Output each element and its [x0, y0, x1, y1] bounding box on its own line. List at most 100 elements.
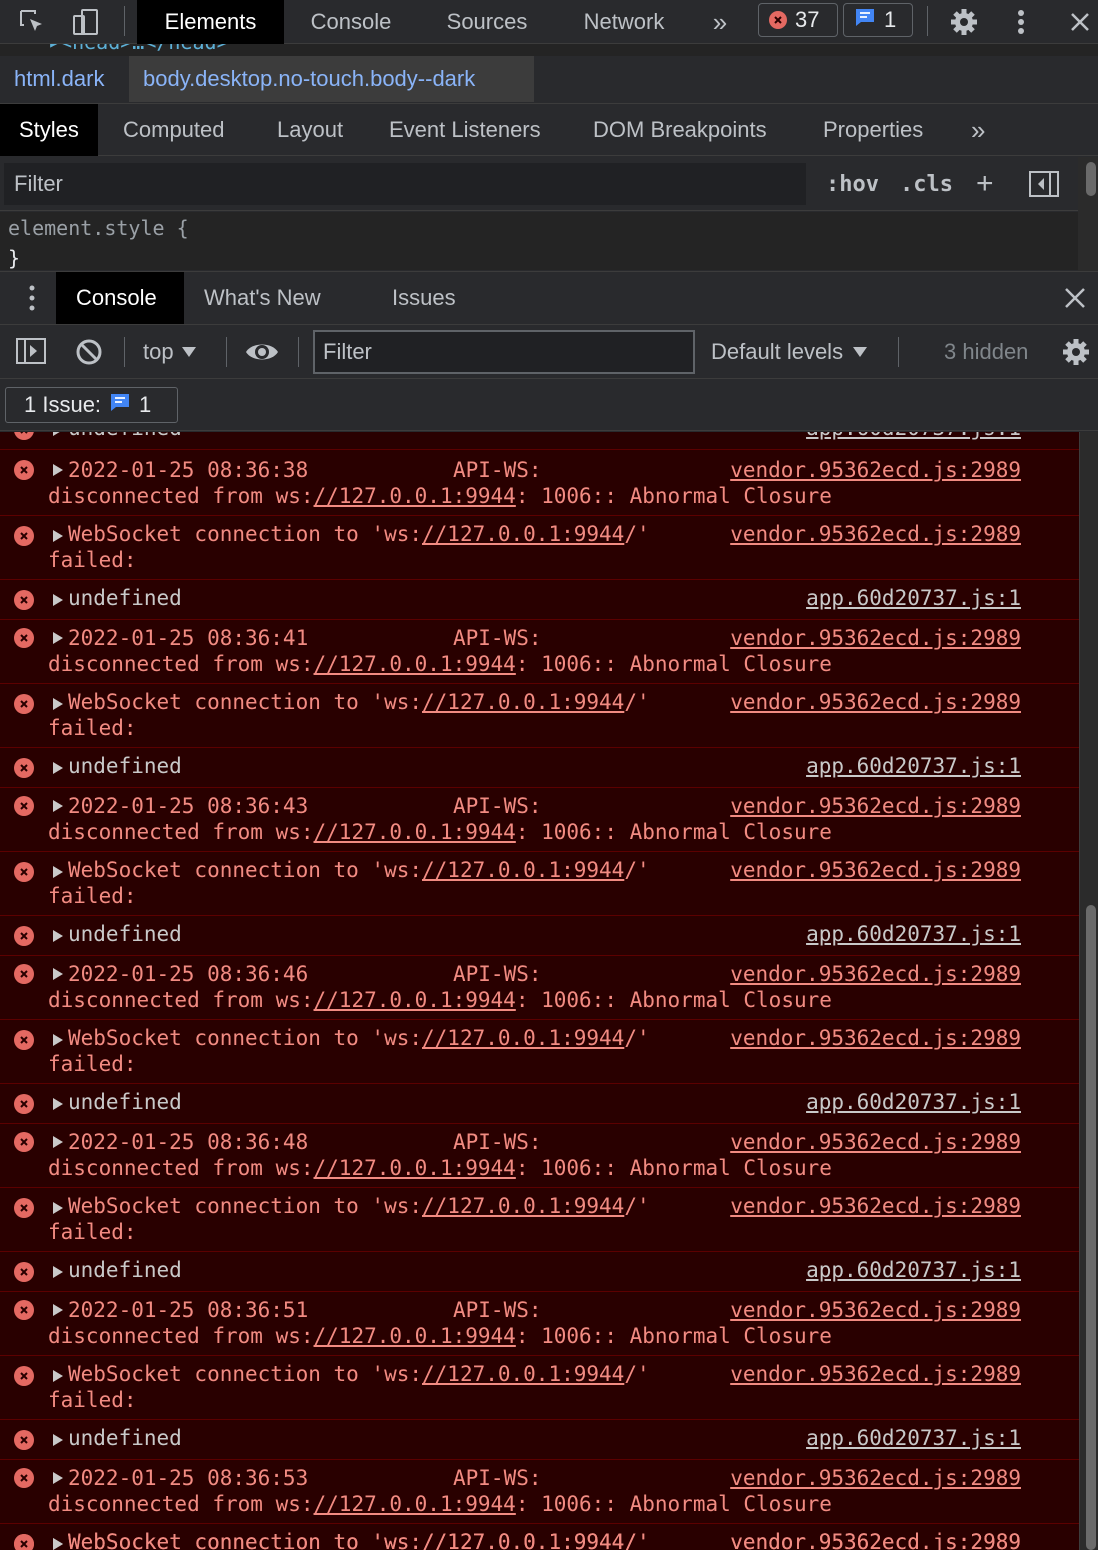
expand-triangle-icon[interactable] — [53, 1136, 63, 1148]
expand-triangle-icon[interactable] — [53, 1538, 63, 1550]
breadcrumb-body[interactable]: body.desktop.no-touch.body--dark — [129, 56, 534, 102]
console-message-undefined[interactable]: undefined app.60d20737.js:1 — [0, 432, 1079, 450]
log-levels-dropdown[interactable]: Default levels — [711, 325, 868, 379]
source-link[interactable]: vendor.95362ecd.js:2989 — [730, 1298, 1021, 1322]
tab-dom-breakpoints[interactable]: DOM Breakpoints — [574, 104, 786, 156]
ws-url-link[interactable]: //127.0.0.1:9944 — [422, 1530, 624, 1550]
expand-triangle-icon[interactable] — [53, 800, 63, 812]
tab-event-listeners[interactable]: Event Listeners — [370, 104, 560, 156]
ws-url-link[interactable]: //127.0.0.1:9944 — [314, 652, 516, 676]
cls-toggle[interactable]: .cls — [900, 157, 953, 211]
console-message-undefined[interactable]: undefined app.60d20737.js:1 — [0, 748, 1079, 788]
inspect-element-icon[interactable] — [14, 4, 50, 40]
console-message-undefined[interactable]: undefined app.60d20737.js:1 — [0, 1252, 1079, 1292]
tab-layout[interactable]: Layout — [258, 104, 362, 156]
source-link[interactable]: vendor.95362ecd.js:2989 — [730, 1530, 1021, 1550]
ws-url-link[interactable]: //127.0.0.1:9944 — [422, 522, 624, 546]
ws-url-link[interactable]: //127.0.0.1:9944 — [314, 1492, 516, 1516]
context-selector[interactable]: top — [143, 325, 196, 379]
drawer-tab-console[interactable]: Console — [56, 272, 184, 324]
more-style-tabs-button[interactable]: » — [952, 104, 1004, 156]
console-message-api-ws[interactable]: 2022-01-25 08:36:41 API-WS: disconnected f… — [0, 618, 1079, 684]
close-drawer-icon[interactable] — [1064, 287, 1086, 314]
console-message-api-ws[interactable]: 2022-01-25 08:36:38 API-WS: disconnected f… — [0, 450, 1079, 516]
console-message-websocket-failed[interactable]: WebSocket connection to 'ws://127.0.0.1:… — [0, 1524, 1079, 1550]
source-link[interactable]: vendor.95362ecd.js:2989 — [730, 1026, 1021, 1050]
expand-triangle-icon[interactable] — [53, 632, 63, 644]
console-message-api-ws[interactable]: 2022-01-25 08:36:51 API-WS: disconnected f… — [0, 1290, 1079, 1356]
console-scrollbar-thumb[interactable] — [1086, 905, 1096, 1550]
ws-url-link[interactable]: //127.0.0.1:9944 — [422, 1362, 624, 1386]
source-link[interactable]: app.60d20737.js:1 — [806, 1258, 1021, 1282]
console-message-undefined[interactable]: undefined app.60d20737.js:1 — [0, 580, 1079, 620]
ws-url-link[interactable]: //127.0.0.1:9944 — [422, 690, 624, 714]
styles-filter-input[interactable] — [4, 163, 806, 205]
tab-network[interactable]: Network — [562, 0, 686, 44]
console-message-api-ws[interactable]: 2022-01-25 08:36:43 API-WS: disconnected f… — [0, 786, 1079, 852]
console-message-undefined[interactable]: undefined app.60d20737.js:1 — [0, 1084, 1079, 1124]
settings-gear-icon[interactable] — [946, 4, 982, 40]
expand-triangle-icon[interactable] — [53, 1304, 63, 1316]
source-link[interactable]: vendor.95362ecd.js:2989 — [730, 1362, 1021, 1386]
expand-triangle-icon[interactable] — [53, 1434, 63, 1446]
source-link[interactable]: vendor.95362ecd.js:2989 — [730, 962, 1021, 986]
drawer-menu-icon[interactable] — [22, 284, 42, 317]
console-message-websocket-failed[interactable]: WebSocket connection to 'ws://127.0.0.1:… — [0, 1356, 1079, 1420]
ws-url-link[interactable]: //127.0.0.1:9944 — [314, 1324, 516, 1348]
source-link[interactable]: app.60d20737.js:1 — [806, 922, 1021, 946]
expand-triangle-icon[interactable] — [53, 930, 63, 942]
source-link[interactable]: app.60d20737.js:1 — [806, 432, 1021, 440]
console-filter-input[interactable] — [313, 330, 695, 374]
console-message-api-ws[interactable]: 2022-01-25 08:36:53 API-WS: disconnected f… — [0, 1458, 1079, 1524]
source-link[interactable]: vendor.95362ecd.js:2989 — [730, 626, 1021, 650]
tab-sources[interactable]: Sources — [424, 0, 550, 44]
expand-triangle-icon[interactable] — [53, 530, 63, 542]
source-link[interactable]: app.60d20737.js:1 — [806, 1426, 1021, 1450]
expand-triangle-icon[interactable] — [53, 1034, 63, 1046]
more-options-icon[interactable] — [1003, 4, 1039, 40]
console-settings-gear-icon[interactable] — [1061, 337, 1091, 372]
ws-url-link[interactable]: //127.0.0.1:9944 — [314, 1156, 516, 1180]
expand-triangle-icon[interactable] — [53, 1098, 63, 1110]
head-node[interactable]: ▸<head>…</head> — [48, 44, 229, 54]
console-message-undefined[interactable]: undefined app.60d20737.js:1 — [0, 916, 1079, 956]
more-tabs-button[interactable]: » — [700, 0, 740, 44]
expand-triangle-icon[interactable] — [53, 968, 63, 980]
ws-url-link[interactable]: //127.0.0.1:9944 — [314, 484, 516, 508]
issues-button[interactable]: 1 Issue: 1 — [5, 387, 178, 423]
source-link[interactable]: vendor.95362ecd.js:2989 — [730, 458, 1021, 482]
expand-triangle-icon[interactable] — [53, 1202, 63, 1214]
expand-triangle-icon[interactable] — [53, 1370, 63, 1382]
clear-console-icon[interactable] — [75, 338, 103, 371]
breadcrumb-html[interactable]: html.dark — [0, 56, 118, 102]
ws-url-link[interactable]: //127.0.0.1:9944 — [314, 988, 516, 1012]
console-message-api-ws[interactable]: 2022-01-25 08:36:46 API-WS: disconnected f… — [0, 954, 1079, 1020]
source-link[interactable]: vendor.95362ecd.js:2989 — [730, 690, 1021, 714]
new-style-rule-button[interactable]: + — [976, 157, 994, 211]
close-devtools-icon[interactable] — [1062, 4, 1098, 40]
expand-triangle-icon[interactable] — [53, 594, 63, 606]
element-style-selector[interactable]: element.style { — [8, 216, 189, 240]
source-link[interactable]: vendor.95362ecd.js:2989 — [730, 1130, 1021, 1154]
source-link[interactable]: app.60d20737.js:1 — [806, 754, 1021, 778]
tab-console[interactable]: Console — [288, 0, 414, 44]
show-sidebar-icon[interactable] — [15, 337, 47, 370]
source-link[interactable]: vendor.95362ecd.js:2989 — [730, 858, 1021, 882]
styles-scrollbar-thumb[interactable] — [1086, 162, 1096, 196]
console-message-websocket-failed[interactable]: WebSocket connection to 'ws://127.0.0.1:… — [0, 1020, 1079, 1084]
console-message-websocket-failed[interactable]: WebSocket connection to 'ws://127.0.0.1:… — [0, 684, 1079, 748]
drawer-tab-whats-new[interactable]: What's New — [184, 272, 341, 324]
toggle-computed-sidebar-icon[interactable] — [1028, 157, 1060, 211]
console-message-api-ws[interactable]: 2022-01-25 08:36:48 API-WS: disconnected f… — [0, 1122, 1079, 1188]
source-link[interactable]: vendor.95362ecd.js:2989 — [730, 794, 1021, 818]
tab-properties[interactable]: Properties — [804, 104, 942, 156]
device-toolbar-icon[interactable] — [68, 4, 104, 40]
expand-triangle-icon[interactable] — [53, 866, 63, 878]
expand-triangle-icon[interactable] — [53, 698, 63, 710]
source-link[interactable]: app.60d20737.js:1 — [806, 1090, 1021, 1114]
source-link[interactable]: vendor.95362ecd.js:2989 — [730, 1194, 1021, 1218]
ws-url-link[interactable]: //127.0.0.1:9944 — [422, 1194, 624, 1218]
ws-url-link[interactable]: //127.0.0.1:9944 — [422, 858, 624, 882]
drawer-tab-issues[interactable]: Issues — [372, 272, 476, 324]
tab-computed[interactable]: Computed — [104, 104, 244, 156]
